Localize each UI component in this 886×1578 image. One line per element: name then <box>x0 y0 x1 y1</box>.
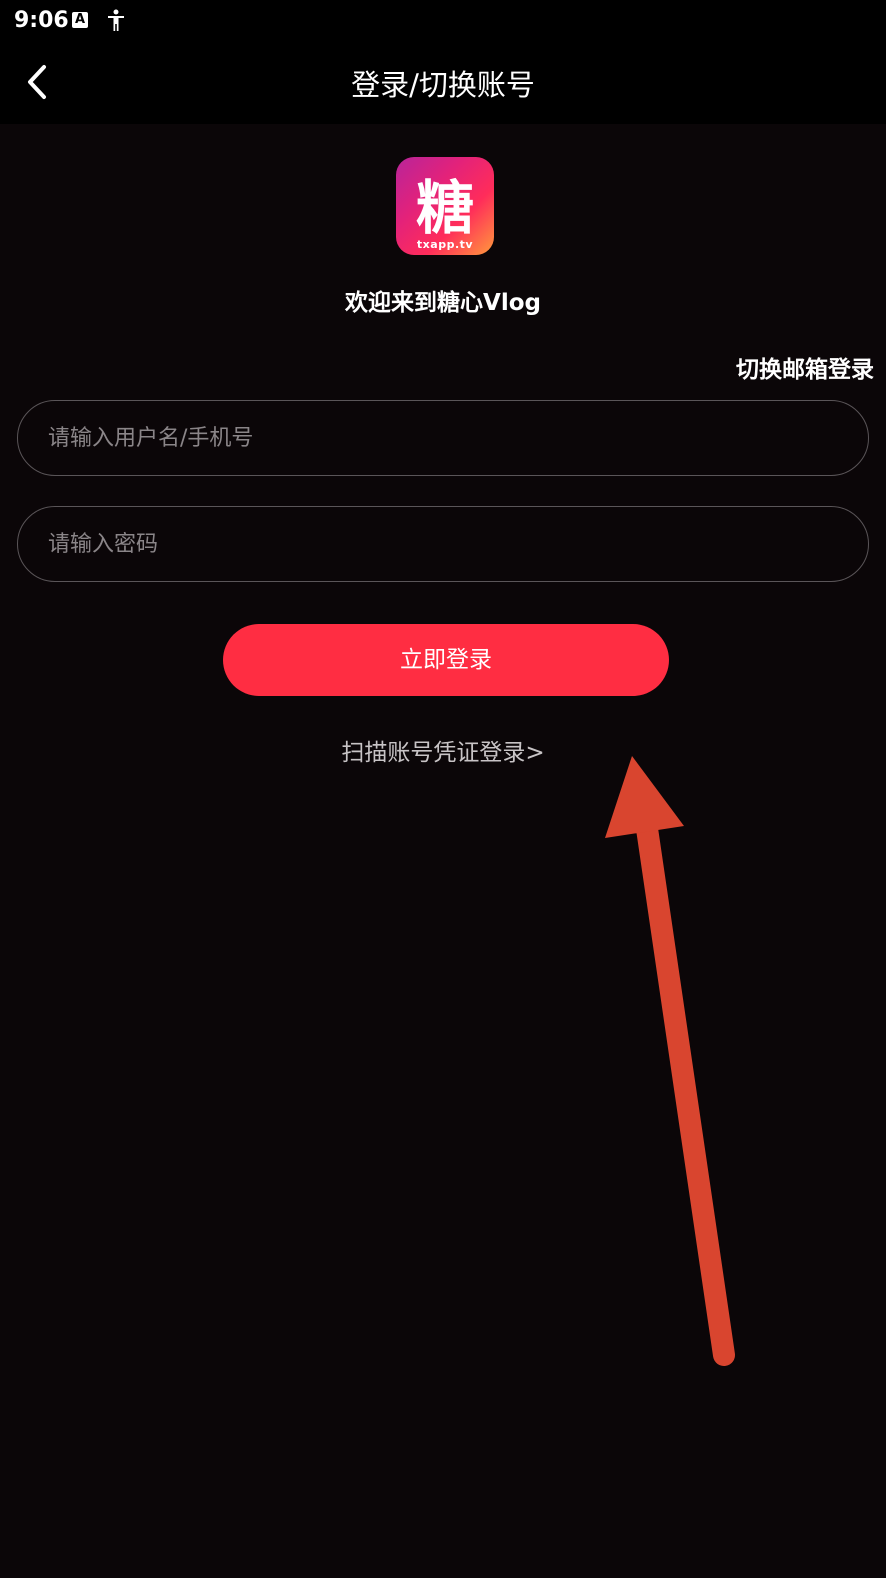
nav-bar: 登录/切换账号 <box>0 42 886 124</box>
password-field-container <box>17 506 869 582</box>
welcome-text: 欢迎来到糖心Vlog <box>345 290 541 316</box>
password-input[interactable] <box>46 507 840 582</box>
login-button[interactable]: 立即登录 <box>223 624 669 696</box>
page-title: 登录/切换账号 <box>351 68 535 102</box>
logo-url-text: txapp.tv <box>416 238 474 251</box>
app-logo: 糖 txapp.tv <box>396 157 494 255</box>
username-input[interactable] <box>46 401 840 476</box>
username-field-container <box>17 400 869 476</box>
a-notification-icon: A <box>72 12 88 28</box>
scan-credential-login-link[interactable]: 扫描账号凭证登录> <box>0 733 886 767</box>
accessibility-icon <box>108 9 124 31</box>
switch-email-login-link[interactable]: 切换邮箱登录 <box>736 350 874 384</box>
status-bar: 9:06 A <box>0 0 886 42</box>
status-time: 9:06 <box>14 8 69 33</box>
logo-glyph: 糖 <box>415 174 474 242</box>
